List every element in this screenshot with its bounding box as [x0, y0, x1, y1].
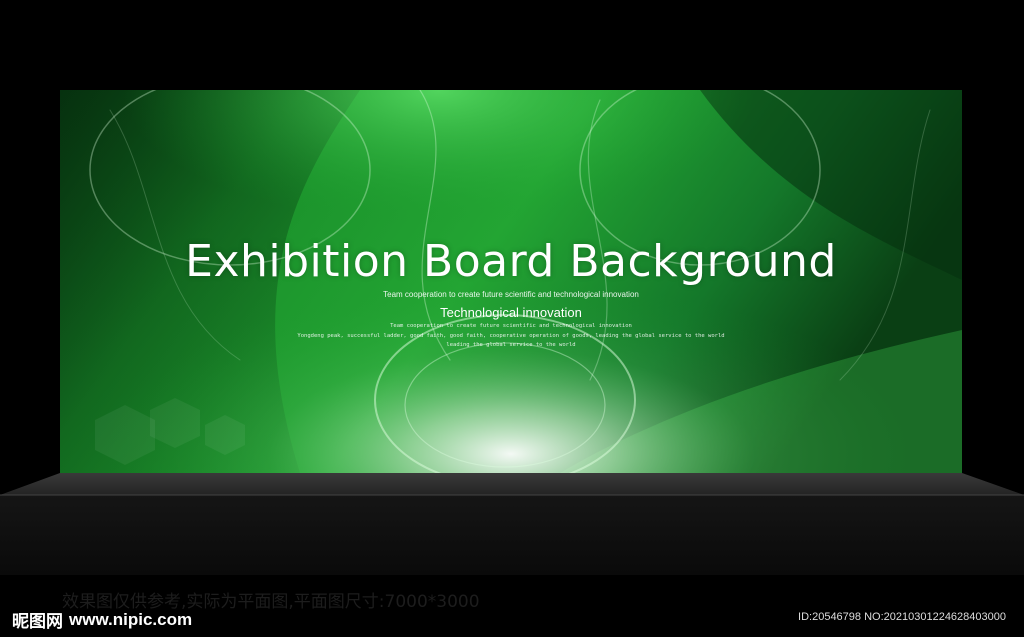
site-logo: 昵图网 www.nipic.com [12, 607, 193, 633]
board-headline: Exhibition Board Background [185, 236, 837, 287]
board-subheadline: Technological innovation [440, 305, 582, 320]
board-tagline: Team cooperation to create future scient… [383, 290, 639, 299]
stage-top [0, 473, 1024, 495]
logo-url-text: www.nipic.com [69, 609, 193, 629]
image-id: ID:20546798 NO:20210301224628403000 [798, 611, 1006, 623]
logo-brand-text: 昵图网 [12, 612, 63, 632]
board-small-text: Team cooperation to create future scient… [390, 323, 632, 329]
board-small-text: leading the global service to the world [446, 342, 576, 348]
board-text: Exhibition Board Background Team coopera… [60, 90, 962, 473]
stage-front [0, 495, 1024, 575]
board-small-text: Yongdeng peak, successful ladder, good f… [297, 333, 725, 339]
